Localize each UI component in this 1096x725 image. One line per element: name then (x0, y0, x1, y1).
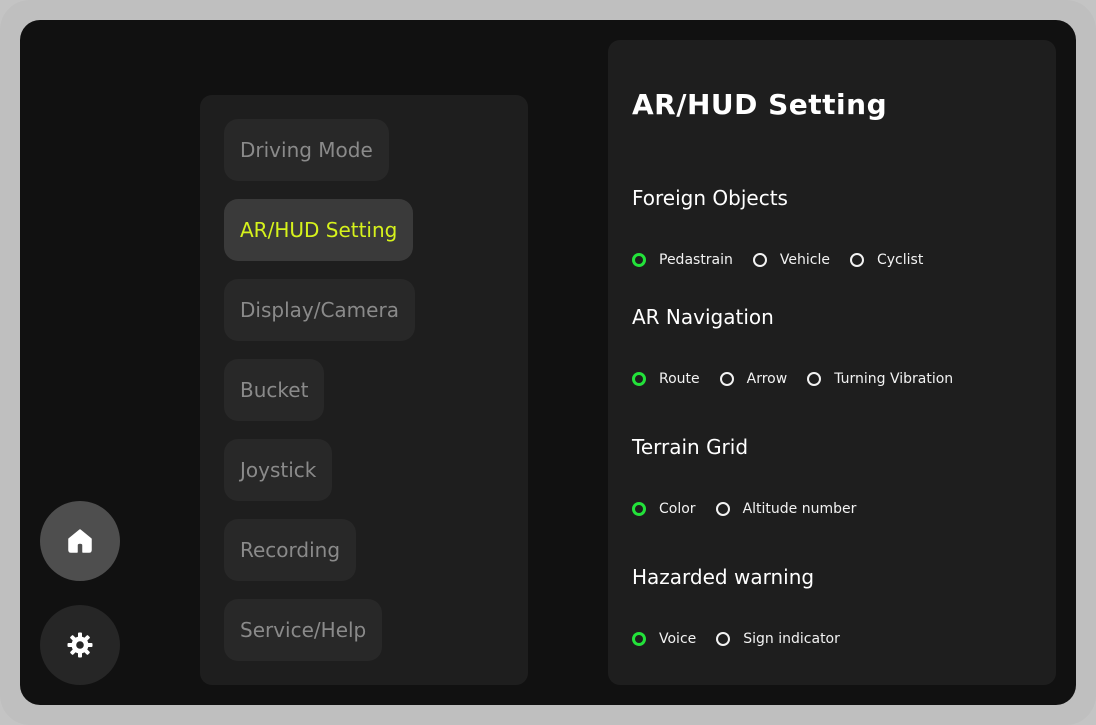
radio-label: Cyclist (876, 252, 924, 268)
menu-item-recording[interactable]: Recording (224, 519, 357, 581)
menu-item-label: AR/HUD Setting (240, 218, 398, 242)
menu-item-label: Joystick (240, 458, 317, 482)
radio-button[interactable] (716, 632, 731, 646)
radio-option-voice[interactable]: Voice (632, 631, 696, 647)
radio-option-altitude-number[interactable]: Altitude number (715, 501, 857, 517)
radio-button[interactable] (632, 502, 646, 516)
radio-button[interactable] (849, 253, 864, 267)
screen: Driving Mode AR/HUD Setting Display/Came… (20, 20, 1076, 705)
radio-label: Route (659, 371, 700, 387)
radio-option-cyclist[interactable]: Cyclist (849, 252, 924, 268)
radio-button[interactable] (632, 253, 646, 267)
radio-option-route[interactable]: Route (632, 371, 700, 387)
menu-item-display-camera[interactable]: Display/Camera (224, 279, 415, 341)
menu-item-label: Bucket (240, 378, 309, 402)
radio-group-hazarded-warning: Voice Sign indicator (632, 628, 860, 650)
radio-button[interactable] (752, 253, 767, 267)
radio-button[interactable] (807, 372, 822, 386)
gear-icon (66, 631, 94, 659)
menu-item-label: Service/Help (240, 618, 367, 642)
radio-button[interactable] (715, 502, 730, 516)
device-frame: Driving Mode AR/HUD Setting Display/Came… (0, 0, 1096, 725)
menu-item-ar-hud-setting[interactable]: AR/HUD Setting (224, 199, 414, 261)
menu-item-service-help[interactable]: Service/Help (224, 599, 383, 661)
page-title: AR/HUD Setting (632, 88, 888, 121)
section-title-foreign-objects: Foreign Objects (632, 186, 788, 210)
radio-option-pedastrain[interactable]: Pedastrain (632, 252, 733, 268)
section-title-hazarded-warning: Hazarded warning (632, 565, 815, 589)
menu-item-label: Display/Camera (240, 298, 399, 322)
menu-item-joystick[interactable]: Joystick (224, 439, 333, 501)
radio-label: Sign indicator (743, 631, 840, 647)
radio-label: Color (659, 501, 696, 517)
radio-label: Arrow (746, 371, 788, 387)
settings-menu: Driving Mode AR/HUD Setting Display/Came… (200, 95, 528, 685)
radio-button[interactable] (632, 372, 646, 386)
section-title-ar-navigation: AR Navigation (632, 305, 774, 329)
home-button[interactable] (40, 501, 120, 581)
menu-item-label: Driving Mode (240, 138, 373, 162)
radio-label: Vehicle (779, 252, 830, 268)
ar-hud-settings-panel: AR/HUD Setting Foreign Objects Pedastrai… (608, 40, 1056, 685)
radio-button[interactable] (632, 632, 646, 646)
radio-group-terrain-grid: Color Altitude number (632, 498, 876, 520)
radio-label: Voice (659, 631, 697, 647)
radio-label: Altitude number (742, 501, 857, 517)
radio-label: Turning Vibration (834, 371, 954, 387)
radio-option-color[interactable]: Color (632, 501, 696, 517)
radio-option-sign-indicator[interactable]: Sign indicator (716, 631, 840, 647)
settings-button[interactable] (40, 605, 120, 685)
menu-item-label: Recording (240, 538, 341, 562)
menu-item-driving-mode[interactable]: Driving Mode (224, 119, 389, 181)
radio-button[interactable] (719, 372, 734, 386)
radio-group-ar-navigation: Route Arrow Turning Vibration (632, 368, 973, 390)
menu-item-bucket[interactable]: Bucket (224, 359, 325, 421)
section-title-terrain-grid: Terrain Grid (632, 435, 749, 459)
radio-option-turning-vibration[interactable]: Turning Vibration (807, 371, 953, 387)
radio-option-vehicle[interactable]: Vehicle (752, 252, 830, 268)
radio-label: Pedastrain (659, 252, 733, 268)
radio-option-arrow[interactable]: Arrow (719, 371, 788, 387)
radio-group-foreign-objects: Pedastrain Vehicle Cyclist (632, 249, 943, 271)
home-icon (67, 528, 93, 554)
